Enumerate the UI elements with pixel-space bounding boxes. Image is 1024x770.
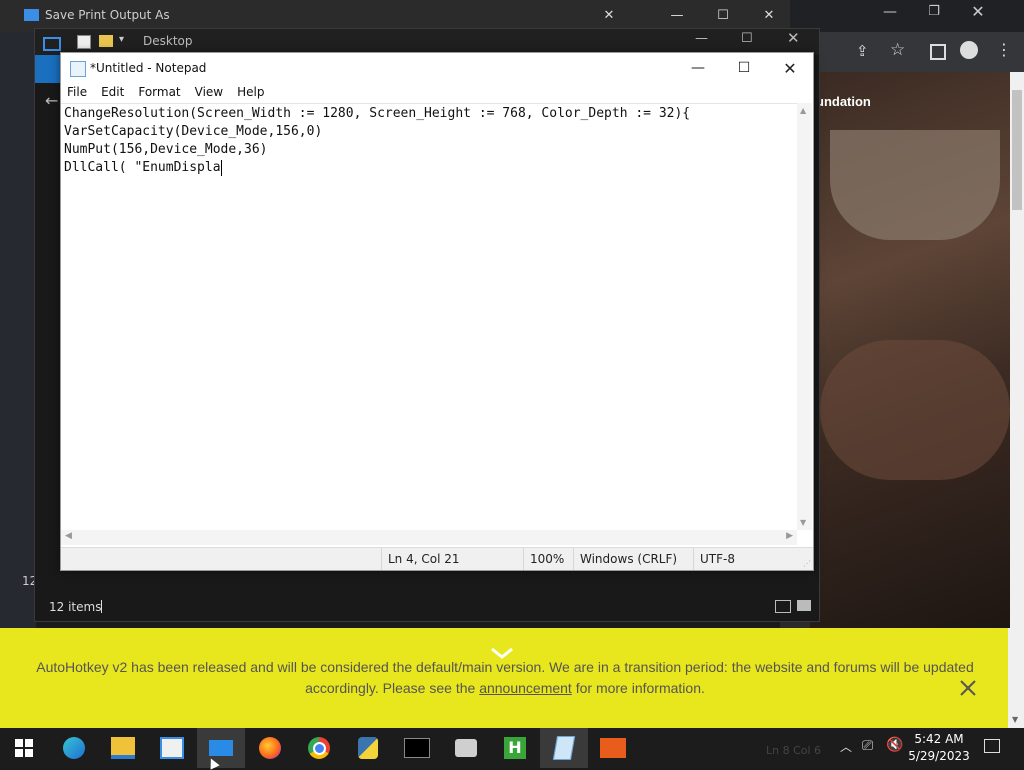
editor-line-1: ChangeResolution(Screen_Width := 1280, S… xyxy=(64,106,691,121)
notepad-menubar: File Edit Format View Help xyxy=(67,85,278,105)
share-icon[interactable]: ⇪ xyxy=(856,42,869,60)
status-encoding: UTF-8 xyxy=(693,548,790,570)
scroll-up-arrow-icon[interactable]: ▲ xyxy=(800,106,806,115)
quick-access-dropdown-icon[interactable]: ▾ xyxy=(119,34,124,45)
clock-time[interactable]: 5:42 AM xyxy=(912,732,966,746)
explorer-file-tab[interactable] xyxy=(35,55,61,83)
menu-file[interactable]: File xyxy=(67,85,87,105)
browser-scroll-thumb[interactable] xyxy=(1012,90,1022,210)
hand-shape xyxy=(820,340,1010,480)
terminal-icon[interactable] xyxy=(393,728,441,768)
explorer-minimize-button[interactable]: — xyxy=(695,31,708,46)
explorer-address-title: Desktop xyxy=(143,34,193,48)
editor-line-4-text: DllCall( "EnumDispla xyxy=(64,160,221,175)
notification-banner: AutoHotkey v2 has been released and will… xyxy=(0,628,1008,728)
save-dialog-maximize-button[interactable]: ☐ xyxy=(700,0,746,30)
editor-line-4: DllCall( "EnumDispla xyxy=(64,159,222,177)
vertical-scrollbar[interactable]: ▲ ▼ xyxy=(797,103,812,530)
monitor-icon xyxy=(43,37,61,51)
notepad-title: *Untitled - Notepad xyxy=(90,61,207,75)
save-dialog-app-icon xyxy=(24,9,39,21)
large-icons-view-icon[interactable] xyxy=(797,600,811,611)
notepad-close-button[interactable]: ✕ xyxy=(767,53,813,83)
explorer-item-count: 12 items xyxy=(49,600,102,614)
mail-icon[interactable] xyxy=(197,728,245,768)
notepad-taskbar-icon[interactable] xyxy=(540,728,588,768)
taskbar: H Ln 8 Col 6 ︿ ⎚ 🔇 5:42 AM 5/29/2023 xyxy=(0,728,1024,768)
scroll-right-arrow-icon[interactable]: ▶ xyxy=(786,531,793,541)
notification-text: AutoHotkey v2 has been released and will… xyxy=(30,657,980,699)
hotkey-h-icon[interactable]: H xyxy=(491,728,539,768)
status-line-ending: Windows (CRLF) xyxy=(573,548,690,570)
tray-chevron-up-icon[interactable]: ︿ xyxy=(840,738,852,755)
volume-muted-icon[interactable]: 🔇 xyxy=(886,737,903,753)
status-position: Ln 4, Col 21 xyxy=(381,548,538,570)
announcement-link[interactable]: announcement xyxy=(479,680,572,696)
page-scroll-down-icon[interactable]: ▼ xyxy=(1012,715,1018,724)
python-icon[interactable] xyxy=(344,728,392,768)
background-left-strip xyxy=(0,32,36,630)
notification-center-icon[interactable] xyxy=(984,739,1000,753)
profile-icon[interactable] xyxy=(960,41,978,59)
back-arrow-icon[interactable]: ← xyxy=(45,91,58,110)
text-caret xyxy=(220,160,222,176)
status-zoom: 100% xyxy=(523,548,570,570)
firefox-icon[interactable] xyxy=(246,728,294,768)
menu-view[interactable]: View xyxy=(195,85,223,105)
clock-date[interactable]: 5/29/2023 xyxy=(908,749,970,763)
store-icon[interactable] xyxy=(148,728,196,768)
editor-area[interactable]: ChangeResolution(Screen_Width := 1280, S… xyxy=(61,103,797,531)
bookmark-star-icon[interactable]: ☆ xyxy=(890,40,905,60)
resize-grip-icon[interactable]: ⋰ xyxy=(803,559,811,568)
properties-icon[interactable] xyxy=(77,35,91,49)
editor-line-2: VarSetCapacity(Device_Mode,156,0) xyxy=(64,124,323,139)
save-dialog-close-button-2[interactable]: ✕ xyxy=(746,0,792,30)
chrome-icon[interactable] xyxy=(295,728,343,768)
explorer-statusbar xyxy=(35,595,819,621)
menu-format[interactable]: Format xyxy=(138,85,180,105)
browser-restore-button[interactable]: ❐ xyxy=(914,4,954,28)
notepad-minimize-button[interactable]: — xyxy=(675,53,721,83)
edge-icon[interactable] xyxy=(50,728,98,768)
list-app-icon[interactable] xyxy=(589,728,637,768)
save-dialog-title: Save Print Output As xyxy=(45,8,170,22)
editor-line-3: NumPut(156,Device_Mode,36) xyxy=(64,142,268,157)
explorer-close-button[interactable]: ✕ xyxy=(787,29,800,47)
scroll-left-arrow-icon[interactable]: ◀ xyxy=(65,531,72,541)
notification-close-icon[interactable] xyxy=(958,678,978,698)
scroll-down-arrow-icon[interactable]: ▼ xyxy=(800,518,806,527)
explorer-maximize-button[interactable]: ☐ xyxy=(741,31,753,46)
page-scrollbar-strip[interactable]: ▼ xyxy=(1008,628,1024,728)
menu-edit[interactable]: Edit xyxy=(101,85,124,105)
new-folder-icon[interactable] xyxy=(99,35,113,47)
browser-minimize-button[interactable]: — xyxy=(870,4,910,28)
browser-banner-text: undation xyxy=(816,94,871,109)
notepad-app-icon xyxy=(70,61,86,77)
notepad-statusbar: Ln 4, Col 21 100% Windows (CRLF) UTF-8 ⋰ xyxy=(61,547,813,570)
browser-menu-icon[interactable]: ⋮ xyxy=(996,40,1012,59)
start-windows-icon[interactable] xyxy=(0,728,48,768)
file-explorer-icon[interactable] xyxy=(99,728,147,768)
save-dialog-minimize-button[interactable]: — xyxy=(654,0,700,30)
notepad-maximize-button[interactable]: ☐ xyxy=(721,53,767,83)
tools-icon[interactable] xyxy=(442,728,490,768)
explorer-status-cursor xyxy=(101,600,102,613)
network-icon[interactable]: ⎚ xyxy=(862,738,873,754)
side-panel-icon[interactable] xyxy=(930,44,946,60)
details-view-icon[interactable] xyxy=(775,600,791,613)
browser-close-button[interactable]: ✕ xyxy=(958,2,998,26)
menu-help[interactable]: Help xyxy=(237,85,264,105)
coffee-cup-shape xyxy=(830,130,1000,240)
taskbar-ghost-text: Ln 8 Col 6 xyxy=(766,744,822,757)
horizontal-scrollbar[interactable]: ◀ ▶ xyxy=(61,530,797,545)
notification-message-end: for more information. xyxy=(571,680,705,696)
save-dialog-close-button[interactable]: ✕ xyxy=(586,0,632,30)
chevron-down-icon[interactable] xyxy=(490,644,514,659)
notepad-window: *Untitled - Notepad — ☐ ✕ File Edit Form… xyxy=(60,52,814,571)
